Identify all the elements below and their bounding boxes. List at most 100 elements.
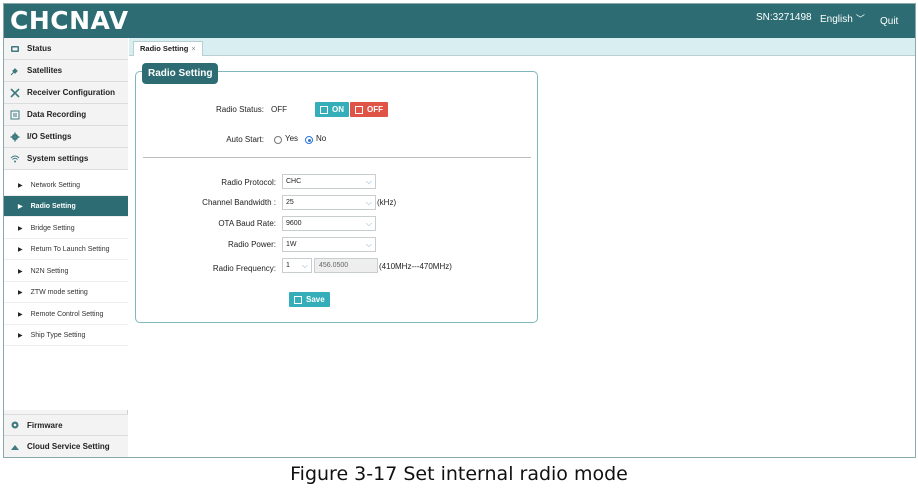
caret-right-icon: ▶ (18, 332, 23, 339)
sidebar-item-satellites[interactable]: Satellites (4, 60, 128, 82)
caret-right-icon: ▶ (18, 246, 23, 253)
sidebar-item-data-recording[interactable]: Data Recording (4, 104, 128, 126)
sidebar-subitem-ship-type-setting[interactable]: ▶ Ship Type Setting (4, 325, 128, 346)
radio-status-value: OFF (271, 105, 287, 114)
subitem-label: Radio Setting (30, 202, 76, 210)
sidebar-item-label: Status (27, 44, 52, 53)
chevron-down-icon: ⌵ (365, 177, 372, 186)
caret-right-icon: ▶ (18, 289, 23, 296)
on-button[interactable]: ON (315, 102, 349, 117)
data-icon (9, 109, 20, 120)
save-icon (294, 295, 302, 304)
quit-button[interactable]: Quit (880, 16, 898, 27)
radio-status-label: Radio Status: (215, 105, 264, 114)
auto-start-yes-radio[interactable] (274, 136, 282, 144)
edit-icon (320, 105, 328, 114)
subitem-label: Ship Type Setting (30, 331, 86, 339)
subitem-label: ZTW mode setting (30, 288, 88, 296)
caret-right-icon: ▶ (18, 268, 23, 275)
sidebar: Status Satellites Receiver Configuration… (4, 38, 128, 457)
language-select[interactable]: English ﹀ (820, 12, 865, 25)
radio-frequency-input[interactable]: 456.0500 (314, 258, 378, 273)
save-button-label: Save (306, 295, 325, 304)
browser-frame: CHCNAV SN:3271498 English ﹀ Quit Status S… (3, 3, 916, 458)
chevron-down-icon: ⌵ (365, 240, 372, 249)
sidebar-item-label: I/O Settings (27, 132, 72, 141)
sidebar-subitem-n2n-setting[interactable]: ▶ N2N Setting (4, 261, 128, 282)
chevron-down-icon: ﹀ (855, 14, 865, 24)
radio-power-label: Radio Power: (227, 240, 276, 249)
sidebar-subitem-ztw-mode-setting[interactable]: ▶ ZTW mode setting (4, 282, 128, 303)
on-button-label: ON (332, 105, 344, 114)
language-label: English (820, 14, 853, 25)
chevron-down-icon: ⌵ (365, 198, 372, 207)
sidebar-item-label: Data Recording (27, 110, 87, 119)
sidebar-subitem-remote-control-setting[interactable]: ▶ Remote Control Setting (4, 304, 128, 325)
sidebar-subitem-return-to-launch-setting[interactable]: ▶ Return To Launch Setting (4, 239, 128, 260)
auto-start-no-radio[interactable] (305, 136, 313, 144)
sidebar-item-label: System settings (27, 154, 89, 163)
satellite-icon (9, 65, 20, 76)
tab-bar: Radio Setting × (129, 38, 915, 56)
status-icon (9, 43, 20, 54)
divider (143, 157, 531, 158)
radio-frequency-label: Radio Frequency: (212, 264, 276, 273)
close-icon[interactable]: × (191, 44, 195, 53)
sidebar-subitem-bridge-setting[interactable]: ▶ Bridge Setting (4, 218, 128, 239)
channel-bandwidth-label: Channel Bandwidth : (202, 198, 276, 207)
radio-power-select[interactable]: 1W ⌵ (282, 237, 376, 252)
sidebar-subitem-network-setting[interactable]: ▶ Network Setting (4, 175, 128, 196)
subitem-label: Return To Launch Setting (30, 245, 110, 253)
channel-bandwidth-value: 25 (286, 199, 294, 206)
chevron-down-icon: ⌵ (365, 219, 372, 228)
radio-frequency-range: (410MHz---470MHz) (379, 262, 452, 271)
edit-icon (355, 105, 363, 114)
off-button-label: OFF (367, 105, 383, 114)
chevron-down-icon: ⌵ (301, 261, 308, 270)
sidebar-item-label: Firmware (27, 420, 63, 430)
caret-right-icon: ▶ (18, 182, 23, 189)
sidebar-item-label: Cloud Service Setting (27, 442, 110, 451)
subitem-label: Remote Control Setting (30, 310, 104, 318)
ota-baud-rate-label: OTA Baud Rate: (218, 219, 276, 228)
cloud-icon (9, 441, 20, 452)
sidebar-item-io-settings[interactable]: I/O Settings (4, 126, 128, 148)
wifi-icon (9, 153, 20, 164)
tab-label: Radio Setting (140, 44, 189, 53)
sidebar-item-status[interactable]: Status (4, 38, 128, 60)
caret-right-icon: ▶ (18, 225, 23, 232)
figure-caption: Figure 3-17 Set internal radio mode (290, 463, 628, 485)
ota-baud-rate-value: 9600 (286, 220, 302, 227)
radio-protocol-value: CHC (286, 178, 302, 185)
top-header: CHCNAV SN:3271498 English ﹀ Quit (4, 4, 915, 38)
radio-protocol-label: Radio Protocol: (221, 178, 276, 187)
sidebar-subitem-radio-setting[interactable]: ▶ Radio Setting (4, 196, 128, 217)
save-button[interactable]: Save (289, 292, 330, 307)
radio-protocol-select[interactable]: CHC ⌵ (282, 174, 376, 189)
sidebar-item-cloud-service-setting[interactable]: Cloud Service Setting (4, 436, 128, 457)
channel-bandwidth-select[interactable]: 25 ⌵ (282, 195, 376, 210)
tab-radio-setting[interactable]: Radio Setting × (133, 41, 203, 56)
radio-frequency-value: 456.0500 (319, 262, 349, 269)
channel-bandwidth-unit: (kHz) (377, 198, 397, 207)
sidebar-item-label: Satellites (27, 66, 63, 75)
logo-text: CHCNAV (10, 6, 129, 35)
sidebar-item-label: Receiver Configuration (27, 88, 116, 97)
radio-frequency-channel-value: 1 (286, 262, 290, 269)
subitem-label: Bridge Setting (30, 224, 75, 232)
tools-icon (9, 87, 20, 98)
radio-power-value: 1W (286, 241, 297, 248)
off-button[interactable]: OFF (350, 102, 388, 117)
logo: CHCNAV (4, 4, 144, 38)
sidebar-item-firmware[interactable]: Firmware (4, 414, 128, 436)
sidebar-item-receiver-configuration[interactable]: Receiver Configuration (4, 82, 128, 104)
ota-baud-rate-select[interactable]: 9600 ⌵ (282, 216, 376, 231)
auto-start-label: Auto Start: (226, 135, 264, 144)
auto-start-yes-label: Yes (285, 134, 299, 143)
radio-frequency-channel-select[interactable]: 1 ⌵ (282, 258, 312, 273)
firmware-icon (9, 420, 20, 431)
subitem-label: Network Setting (30, 181, 81, 189)
caret-right-icon: ▶ (18, 311, 23, 318)
serial-number: SN:3271498 (756, 12, 812, 23)
sidebar-item-system-settings[interactable]: System settings (4, 148, 128, 170)
